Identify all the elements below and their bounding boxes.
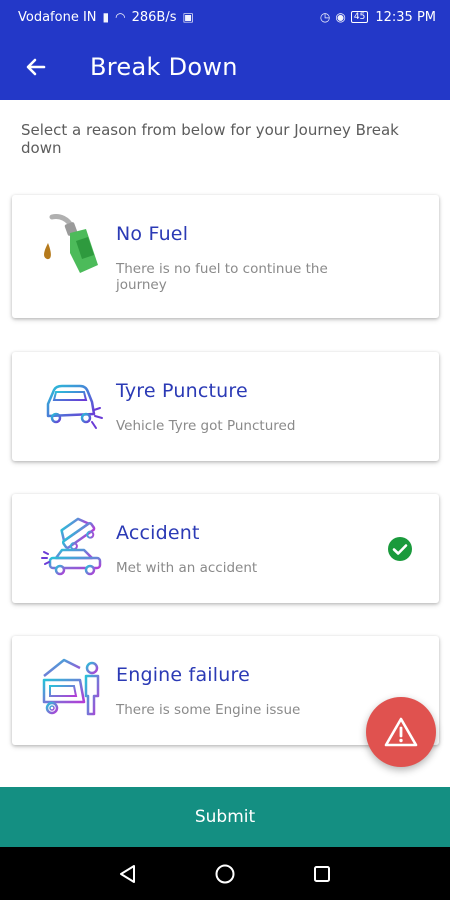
page-title: Break Down: [90, 53, 238, 81]
alarm-icon: ◷: [319, 10, 331, 24]
reason-title: Tyre Puncture: [116, 380, 248, 402]
check-circle-icon: [388, 537, 412, 561]
carrier-name: Vodafone IN: [18, 9, 97, 25]
system-nav-bar: [0, 847, 450, 900]
triangle-back-icon: [120, 864, 136, 883]
nav-back-button[interactable]: [113, 859, 143, 889]
notification-icon: ▣: [182, 10, 194, 24]
battery-icon: 45: [350, 11, 369, 23]
instruction-text: Select a reason from below for your Jour…: [21, 121, 399, 157]
nav-home-button[interactable]: [210, 859, 240, 889]
car-puncture-icon: [46, 384, 103, 429]
sos-alert-button[interactable]: [366, 697, 436, 767]
reason-subtitle: Vehicle Tyre got Punctured: [116, 418, 296, 434]
fuel-pump-icon: [44, 214, 98, 273]
back-arrow-icon: [26, 58, 46, 76]
signal-icon: ▮: [102, 10, 110, 24]
wifi-icon: ◠: [115, 10, 126, 24]
status-bar: Vodafone IN ▮ ◠ 286B/s ▣ ◷ ◉ 45 12:35 PM: [0, 0, 450, 34]
car-accident-icon: [41, 517, 102, 576]
reason-title: No Fuel: [116, 223, 189, 245]
submit-button[interactable]: Submit: [0, 787, 450, 847]
reason-card-tyre-puncture[interactable]: Tyre Puncture Vehicle Tyre got Punctured: [12, 352, 439, 461]
reason-subtitle: There is some Engine issue: [116, 702, 301, 718]
app-bar: Break Down: [0, 34, 450, 100]
location-icon: ◉: [335, 10, 346, 24]
reason-card-no-fuel[interactable]: No Fuel There is no fuel to continue the…: [12, 195, 439, 318]
clock: 12:35 PM: [375, 9, 436, 25]
reason-card-accident[interactable]: Accident Met with an accident: [12, 494, 439, 603]
nav-recents-button[interactable]: [307, 859, 337, 889]
circle-home-icon: [215, 864, 235, 883]
reason-title: Engine failure: [116, 664, 250, 686]
reason-subtitle: There is no fuel to continue the journey: [116, 261, 328, 293]
square-recents-icon: [313, 865, 330, 882]
reason-title: Accident: [116, 522, 200, 544]
network-speed: 286B/s: [131, 9, 177, 25]
back-button[interactable]: [16, 47, 56, 87]
reason-subtitle: Met with an accident: [116, 560, 258, 576]
engine-repair-icon: [42, 658, 100, 716]
warning-icon: [384, 717, 418, 747]
